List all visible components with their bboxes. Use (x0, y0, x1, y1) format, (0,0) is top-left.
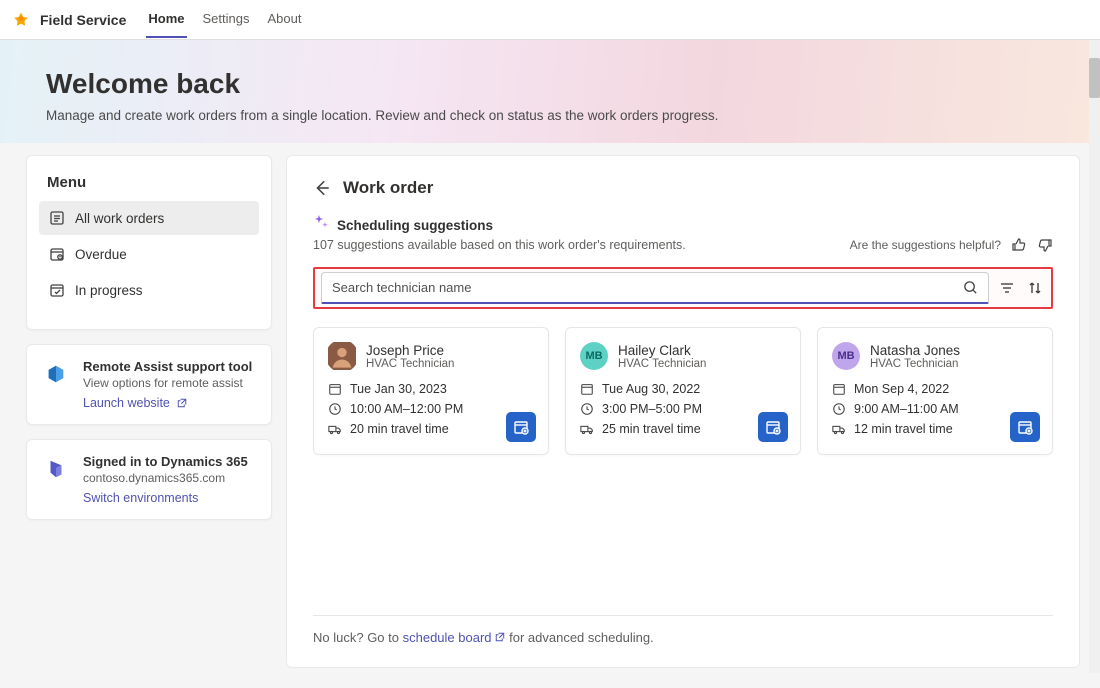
menu-item-overdue[interactable]: Overdue (39, 237, 259, 271)
progress-icon (49, 282, 65, 298)
app-title: Field Service (40, 12, 126, 28)
menu-item-label: All work orders (75, 211, 164, 226)
work-order-panel: Work order Scheduling suggestions 107 su… (286, 155, 1080, 668)
dynamics-card: Signed in to Dynamics 365 contoso.dynami… (26, 439, 272, 520)
calendar-icon (328, 382, 342, 396)
sidebar: Menu All work orders Overdue In progress (26, 155, 272, 668)
scrollbar-track[interactable] (1089, 40, 1100, 673)
technician-role: HVAC Technician (618, 358, 706, 370)
assign-button[interactable] (506, 412, 536, 442)
top-nav: Field Service Home Settings About (0, 0, 1100, 40)
suggestions-count: 107 suggestions available based on this … (313, 238, 686, 252)
suggestions-title: Scheduling suggestions (337, 218, 493, 233)
footer-hint: No luck? Go to schedule board for advanc… (313, 615, 1053, 645)
footer-prefix: No luck? Go to (313, 630, 403, 645)
technician-cards: Joseph Price HVAC Technician Tue Jan 30,… (313, 327, 1053, 455)
thumbs-up-icon[interactable] (1011, 237, 1027, 253)
technician-date: Mon Sep 4, 2022 (854, 382, 949, 396)
menu-item-in-progress[interactable]: In progress (39, 273, 259, 307)
tool-sub: contoso.dynamics365.com (83, 471, 248, 485)
work-order-title: Work order (343, 178, 433, 198)
technician-name: Joseph Price (366, 343, 454, 358)
technician-role: HVAC Technician (366, 358, 454, 370)
search-input[interactable] (332, 280, 963, 295)
sort-button[interactable] (1025, 278, 1045, 298)
external-link-icon (176, 397, 188, 409)
calendar-icon (832, 382, 846, 396)
truck-icon (328, 422, 342, 436)
clock-icon (832, 402, 846, 416)
calendar-icon (580, 382, 594, 396)
overdue-icon (49, 246, 65, 262)
clock-icon (328, 402, 342, 416)
technician-time: 9:00 AM–11:00 AM (854, 402, 959, 416)
tool-title: Remote Assist support tool (83, 359, 252, 374)
assign-button[interactable] (1010, 412, 1040, 442)
tool-sub: View options for remote assist (83, 376, 252, 390)
nav-home[interactable]: Home (146, 1, 186, 38)
content-area: Menu All work orders Overdue In progress (0, 139, 1100, 688)
menu-item-label: Overdue (75, 247, 127, 262)
search-row-highlight (313, 267, 1053, 309)
technician-card[interactable]: MB Hailey Clark HVAC Technician Tue Aug … (565, 327, 801, 455)
back-button[interactable] (313, 179, 331, 197)
suggestions-header: Scheduling suggestions (313, 214, 1053, 233)
sparkle-icon (313, 214, 329, 230)
menu-card: Menu All work orders Overdue In progress (26, 155, 272, 330)
scrollbar-thumb[interactable] (1089, 58, 1100, 98)
nav-settings[interactable]: Settings (201, 1, 252, 38)
technician-date: Tue Aug 30, 2022 (602, 382, 700, 396)
avatar (328, 342, 356, 370)
technician-travel: 20 min travel time (350, 422, 449, 436)
feedback-label: Are the suggestions helpful? (850, 238, 1001, 252)
technician-role: HVAC Technician (870, 358, 960, 370)
truck-icon (580, 422, 594, 436)
truck-icon (832, 422, 846, 436)
avatar: MB (832, 342, 860, 370)
list-icon (49, 210, 65, 226)
remote-assist-card: Remote Assist support tool View options … (26, 344, 272, 425)
technician-time: 10:00 AM–12:00 PM (350, 402, 463, 416)
work-order-header: Work order (313, 178, 1053, 198)
technician-date: Tue Jan 30, 2023 (350, 382, 447, 396)
feedback-group: Are the suggestions helpful? (850, 237, 1053, 253)
nav-about[interactable]: About (266, 1, 304, 38)
dynamics-icon (41, 454, 71, 484)
schedule-board-link[interactable]: schedule board (403, 630, 506, 645)
banner-heading: Welcome back (46, 68, 1054, 100)
app-logo-icon (12, 11, 30, 29)
technician-time: 3:00 PM–5:00 PM (602, 402, 702, 416)
avatar: MB (580, 342, 608, 370)
footer-suffix: for advanced scheduling. (506, 630, 654, 645)
remote-assist-icon (41, 359, 71, 389)
tool-title: Signed in to Dynamics 365 (83, 454, 248, 469)
technician-card[interactable]: MB Natasha Jones HVAC Technician Mon Sep… (817, 327, 1053, 455)
technician-card[interactable]: Joseph Price HVAC Technician Tue Jan 30,… (313, 327, 549, 455)
banner-subtext: Manage and create work orders from a sin… (46, 108, 1054, 123)
menu-title: Menu (39, 174, 259, 201)
external-link-icon (494, 631, 506, 643)
thumbs-down-icon[interactable] (1037, 237, 1053, 253)
clock-icon (580, 402, 594, 416)
filter-button[interactable] (997, 278, 1017, 298)
technician-travel: 25 min travel time (602, 422, 701, 436)
welcome-banner: Welcome back Manage and create work orde… (0, 40, 1100, 143)
technician-travel: 12 min travel time (854, 422, 953, 436)
menu-item-label: In progress (75, 283, 143, 298)
search-icon[interactable] (963, 280, 978, 295)
suggestions-sub-row: 107 suggestions available based on this … (313, 237, 1053, 253)
launch-website-link[interactable]: Launch website (83, 396, 252, 410)
nav-links: Home Settings About (146, 1, 303, 38)
switch-environments-link[interactable]: Switch environments (83, 491, 248, 505)
search-box[interactable] (321, 272, 989, 304)
technician-name: Hailey Clark (618, 343, 706, 358)
assign-button[interactable] (758, 412, 788, 442)
technician-name: Natasha Jones (870, 343, 960, 358)
menu-item-all-work-orders[interactable]: All work orders (39, 201, 259, 235)
